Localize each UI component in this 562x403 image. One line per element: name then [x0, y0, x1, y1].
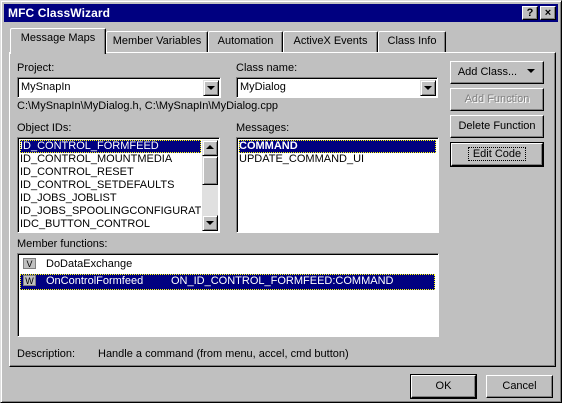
add-class-label: Add Class... [457, 66, 518, 78]
edit-code-label: Edit Code [467, 147, 527, 161]
function-name: DoDataExchange [46, 258, 133, 270]
object-ids-listbox[interactable]: ID_CONTROL_FORMFEED ID_CONTROL_MOUNTMEDI… [17, 137, 220, 233]
object-ids-label: Object IDs: [17, 122, 72, 134]
delete-function-label: Delete Function [458, 120, 536, 132]
add-class-button[interactable]: Add Class... [450, 61, 544, 84]
classwizard-window: MFC ClassWizard ? × Message Maps Member … [0, 0, 562, 403]
chevron-down-icon [424, 86, 432, 90]
tab-member-variables[interactable]: Member Variables [106, 31, 208, 52]
list-item[interactable]: W OnControlFormfeed ON_ID_CONTROL_FORMFE… [20, 274, 435, 290]
help-button[interactable]: ? [522, 6, 538, 20]
tab-label: Member Variables [112, 35, 202, 47]
list-item[interactable]: V DoDataExchange [20, 257, 435, 273]
function-handler: ON_ID_CONTROL_FORMFEED:COMMAND [171, 275, 394, 287]
cancel-button[interactable]: Cancel [486, 375, 553, 398]
class-name-label: Class name: [236, 62, 298, 74]
list-item[interactable]: IDC_BUTTON_CONTROL [20, 218, 201, 231]
list-item[interactable]: ID_CONTROL_FORMFEED [20, 140, 201, 153]
windows-message-icon: W [23, 275, 36, 286]
list-item[interactable]: ID_CONTROL_MOUNTMEDIA [20, 153, 201, 166]
help-icon: ? [526, 7, 534, 19]
list-item[interactable]: ID_CONTROL_SETDEFAULTS [20, 179, 201, 192]
tab-automation[interactable]: Automation [208, 31, 283, 52]
cancel-label: Cancel [502, 380, 537, 392]
class-name-dropdown-button[interactable] [420, 80, 436, 96]
function-name: OnControlFormfeed [46, 275, 144, 287]
ok-button[interactable]: OK [410, 374, 477, 399]
class-name-combo[interactable]: MyDialog [236, 77, 438, 98]
list-item[interactable]: COMMAND [239, 140, 436, 153]
list-item[interactable]: ID_JOBS_SPOOLINGCONFIGURATIO [20, 205, 201, 218]
tab-label: Message Maps [20, 32, 96, 44]
edit-code-button[interactable]: Edit Code [450, 142, 544, 167]
scroll-up-button[interactable] [202, 140, 218, 156]
close-button[interactable]: × [540, 6, 556, 20]
window-title: MFC ClassWizard [8, 6, 111, 20]
messages-label: Messages: [236, 122, 290, 134]
class-name-value: MyDialog [240, 81, 286, 93]
tab-class-info[interactable]: Class Info [378, 31, 446, 52]
add-function-label: Add Function [464, 93, 530, 105]
tab-label: ActiveX Events [293, 35, 368, 47]
tab-activex-events[interactable]: ActiveX Events [283, 31, 378, 52]
tab-message-maps[interactable]: Message Maps [10, 28, 106, 54]
member-functions-label: Member functions: [17, 238, 108, 250]
title-bar[interactable]: MFC ClassWizard ? × [4, 4, 558, 22]
tab-label: Automation [217, 35, 274, 47]
tab-label: Class Info [387, 35, 437, 47]
virtual-function-icon: V [23, 258, 36, 269]
project-dropdown-button[interactable] [203, 80, 219, 96]
dropdown-arrow-icon [526, 67, 536, 75]
project-value: MySnapIn [21, 81, 71, 93]
close-icon: × [544, 7, 552, 19]
object-ids-scrollbar[interactable] [202, 140, 218, 231]
chevron-up-icon [206, 145, 214, 149]
project-label: Project: [17, 62, 55, 74]
scroll-down-button[interactable] [202, 215, 218, 231]
chevron-down-icon [207, 86, 215, 90]
description-label: Description: [17, 348, 76, 360]
add-function-button[interactable]: Add Function [450, 88, 544, 111]
scroll-thumb[interactable] [202, 156, 218, 185]
files-path-text: C:\MySnapIn\MyDialog.h, C:\MySnapIn\MyDi… [17, 100, 279, 112]
messages-listbox[interactable]: COMMAND UPDATE_COMMAND_UI [236, 137, 439, 233]
ok-label: OK [435, 380, 452, 392]
list-item[interactable]: ID_JOBS_JOBLIST [20, 192, 201, 205]
delete-function-button[interactable]: Delete Function [450, 115, 544, 138]
chevron-down-icon [206, 221, 214, 225]
project-combo[interactable]: MySnapIn [17, 77, 221, 98]
description-text: Handle a command (from menu, accel, cmd … [98, 348, 349, 360]
list-item[interactable]: UPDATE_COMMAND_UI [239, 153, 436, 166]
list-item[interactable]: ID_CONTROL_RESET [20, 166, 201, 179]
member-functions-listbox[interactable]: V DoDataExchange W OnControlFormfeed ON_… [17, 253, 439, 337]
